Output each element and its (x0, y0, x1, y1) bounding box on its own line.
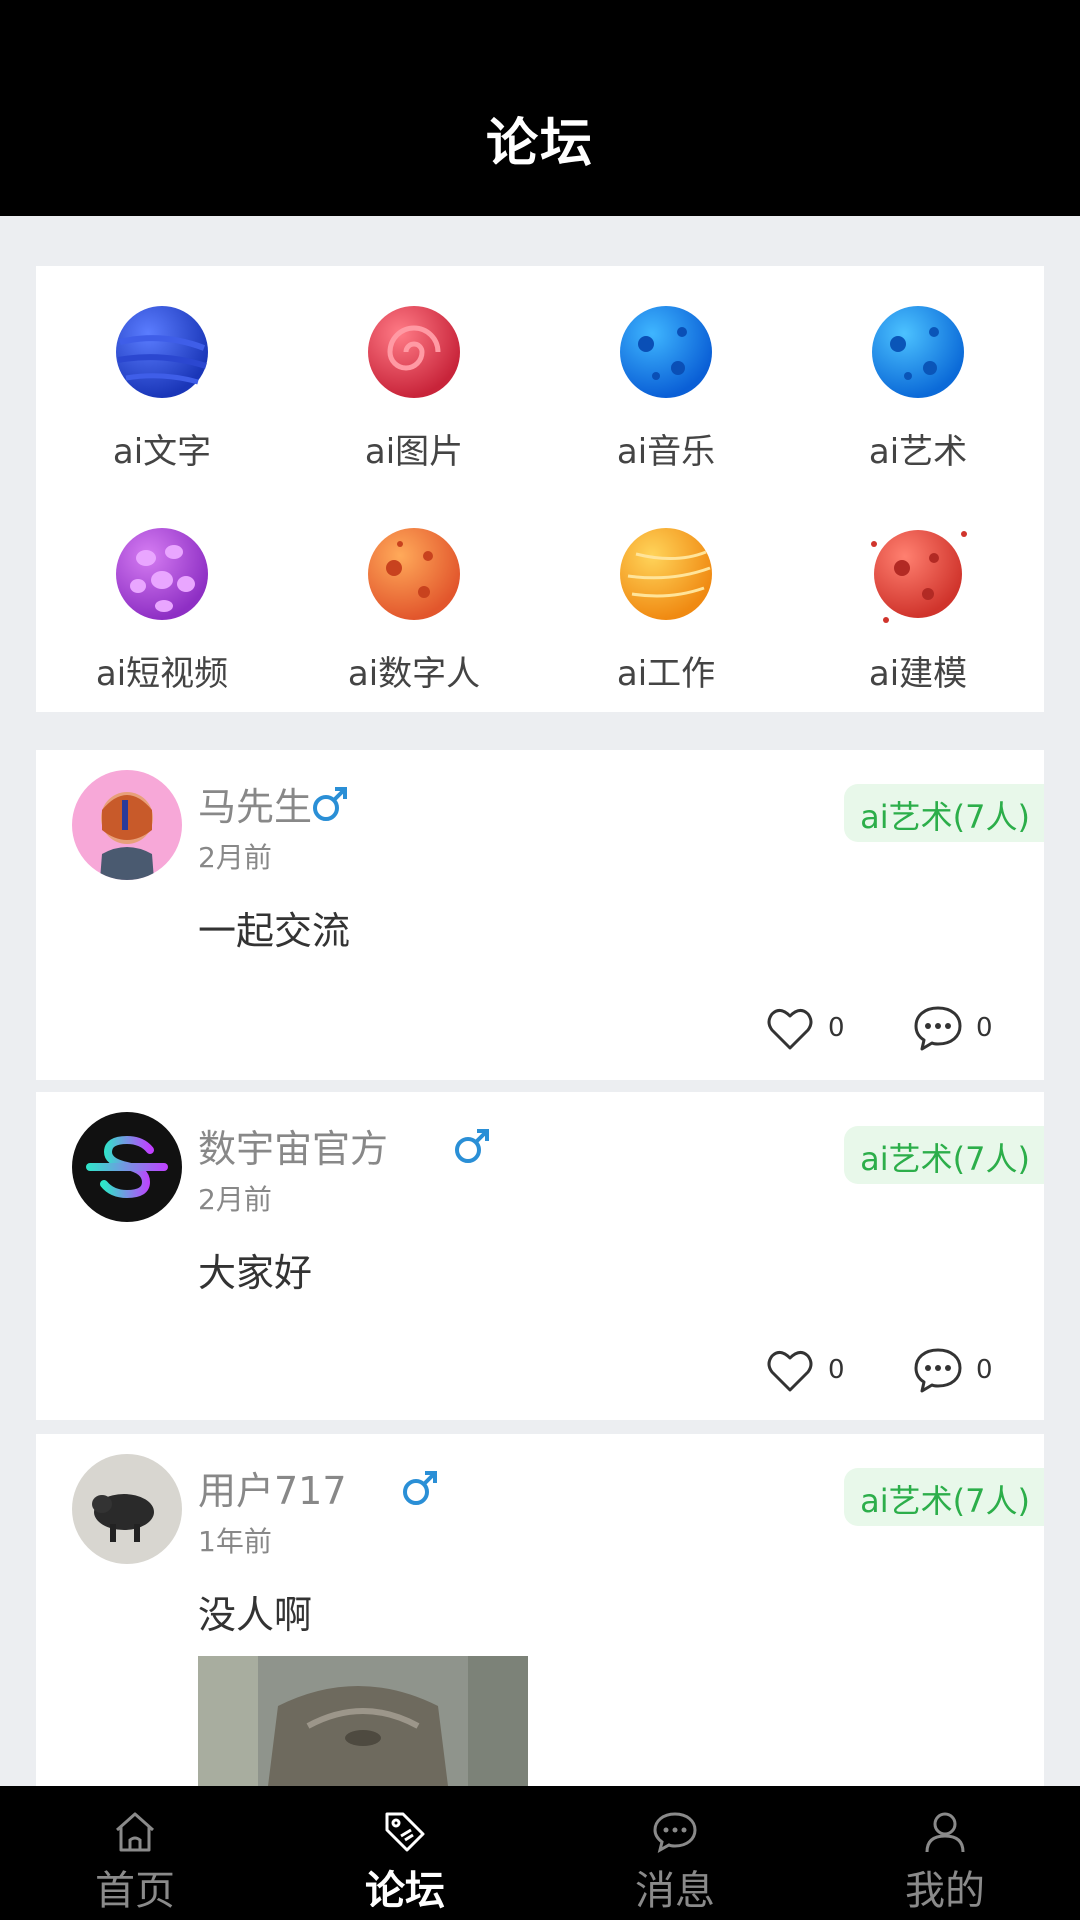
like-button[interactable]: 0 (764, 1000, 845, 1056)
category-tag[interactable]: ai艺术(7人) (844, 784, 1044, 842)
post-time: 1年前 (198, 1525, 272, 1558)
comment-icon (914, 1006, 962, 1051)
category-ai-work[interactable]: ai工作 (540, 488, 792, 708)
yellow-planet-icon (620, 528, 712, 620)
post-card[interactable]: 用户717 1年前 ai艺术(7人) 没人啊 (36, 1434, 1044, 1834)
category-label: ai工作 (616, 654, 716, 694)
tab-profile[interactable]: 我的 (810, 1786, 1080, 1920)
blue-moon-icon (620, 306, 712, 398)
category-label: ai文字 (112, 432, 212, 472)
category-label: ai音乐 (616, 432, 716, 472)
category-label: ai图片 (364, 432, 464, 472)
post-card[interactable]: 马先生 2月前 ai艺术(7人) 一起交流 0 0 (36, 750, 1044, 1080)
male-icon (400, 1468, 440, 1508)
post-image[interactable] (198, 1656, 528, 1786)
male-icon (310, 784, 350, 824)
comment-button[interactable]: 0 (912, 1342, 993, 1398)
orange-moon-icon (368, 528, 460, 620)
comment-count: 0 (976, 1355, 993, 1385)
post-content: 大家好 (198, 1251, 313, 1295)
comment-icon (914, 1348, 962, 1393)
like-count: 0 (828, 1355, 845, 1385)
tab-forum[interactable]: 论坛 (270, 1786, 540, 1920)
red-moon-icon (871, 530, 967, 623)
red-swirl-planet-icon (368, 306, 460, 398)
avatar[interactable] (72, 1112, 182, 1222)
post-content: 没人啊 (198, 1593, 313, 1637)
avatar[interactable] (72, 770, 182, 880)
post-time: 2月前 (198, 841, 272, 874)
top-bar: 论坛 (0, 0, 1080, 216)
category-label: ai数字人 (347, 654, 481, 694)
tab-label: 我的 (905, 1868, 985, 1914)
purple-planet-icon (116, 528, 208, 620)
category-label: ai短视频 (95, 654, 229, 694)
male-icon (452, 1126, 492, 1166)
tab-label: 消息 (635, 1868, 715, 1914)
category-ai-image[interactable]: ai图片 (288, 266, 540, 486)
category-tag[interactable]: ai艺术(7人) (844, 1468, 1044, 1526)
tab-messages[interactable]: 消息 (540, 1786, 810, 1920)
tab-label: 论坛 (365, 1868, 445, 1914)
username[interactable]: 用户717 (198, 1460, 347, 1515)
page-title: 论坛 (485, 114, 594, 174)
blue-planet-icon (116, 306, 208, 398)
heart-icon (767, 1009, 813, 1050)
category-ai-digital-human[interactable]: ai数字人 (288, 488, 540, 708)
post-time: 2月前 (198, 1183, 272, 1216)
category-ai-modeling[interactable]: ai建模 (792, 488, 1044, 708)
avatar-image (72, 770, 182, 880)
category-ai-short-video[interactable]: ai短视频 (36, 488, 288, 708)
category-tag[interactable]: ai艺术(7人) (844, 1126, 1044, 1184)
username[interactable]: 马先生 (198, 776, 312, 831)
avatar[interactable] (72, 1454, 182, 1564)
category-ai-music[interactable]: ai音乐 (540, 266, 792, 486)
like-button[interactable]: 0 (764, 1342, 845, 1398)
heart-icon (767, 1351, 813, 1392)
username[interactable]: 数宇宙官方 (198, 1118, 388, 1173)
category-ai-text[interactable]: ai文字 (36, 266, 288, 486)
tab-label: 首页 (95, 1868, 175, 1914)
person-icon (925, 1812, 965, 1853)
avatar-image (72, 1112, 182, 1222)
category-label: ai艺术 (868, 432, 968, 472)
avatar-image (72, 1454, 182, 1564)
blue-moon-icon (872, 306, 964, 398)
comment-count: 0 (976, 1013, 993, 1043)
bottom-tab-bar: 首页 论坛 消息 我的 (0, 1786, 1080, 1920)
category-ai-art[interactable]: ai艺术 (792, 266, 1044, 486)
like-count: 0 (828, 1013, 845, 1043)
comment-button[interactable]: 0 (912, 1000, 993, 1056)
tab-home[interactable]: 首页 (0, 1786, 270, 1920)
tag-icon (385, 1812, 425, 1852)
category-label: ai建模 (868, 654, 968, 694)
post-content: 一起交流 (198, 909, 351, 953)
chat-bubble-icon (653, 1812, 697, 1853)
category-grid: ai文字 ai图片 ai音乐 ai艺术 ai短视频 ai数字人 ai工作 ai建… (36, 266, 1044, 712)
home-icon (116, 1812, 154, 1852)
post-card[interactable]: 数宇宙官方 2月前 ai艺术(7人) 大家好 0 0 (36, 1092, 1044, 1420)
